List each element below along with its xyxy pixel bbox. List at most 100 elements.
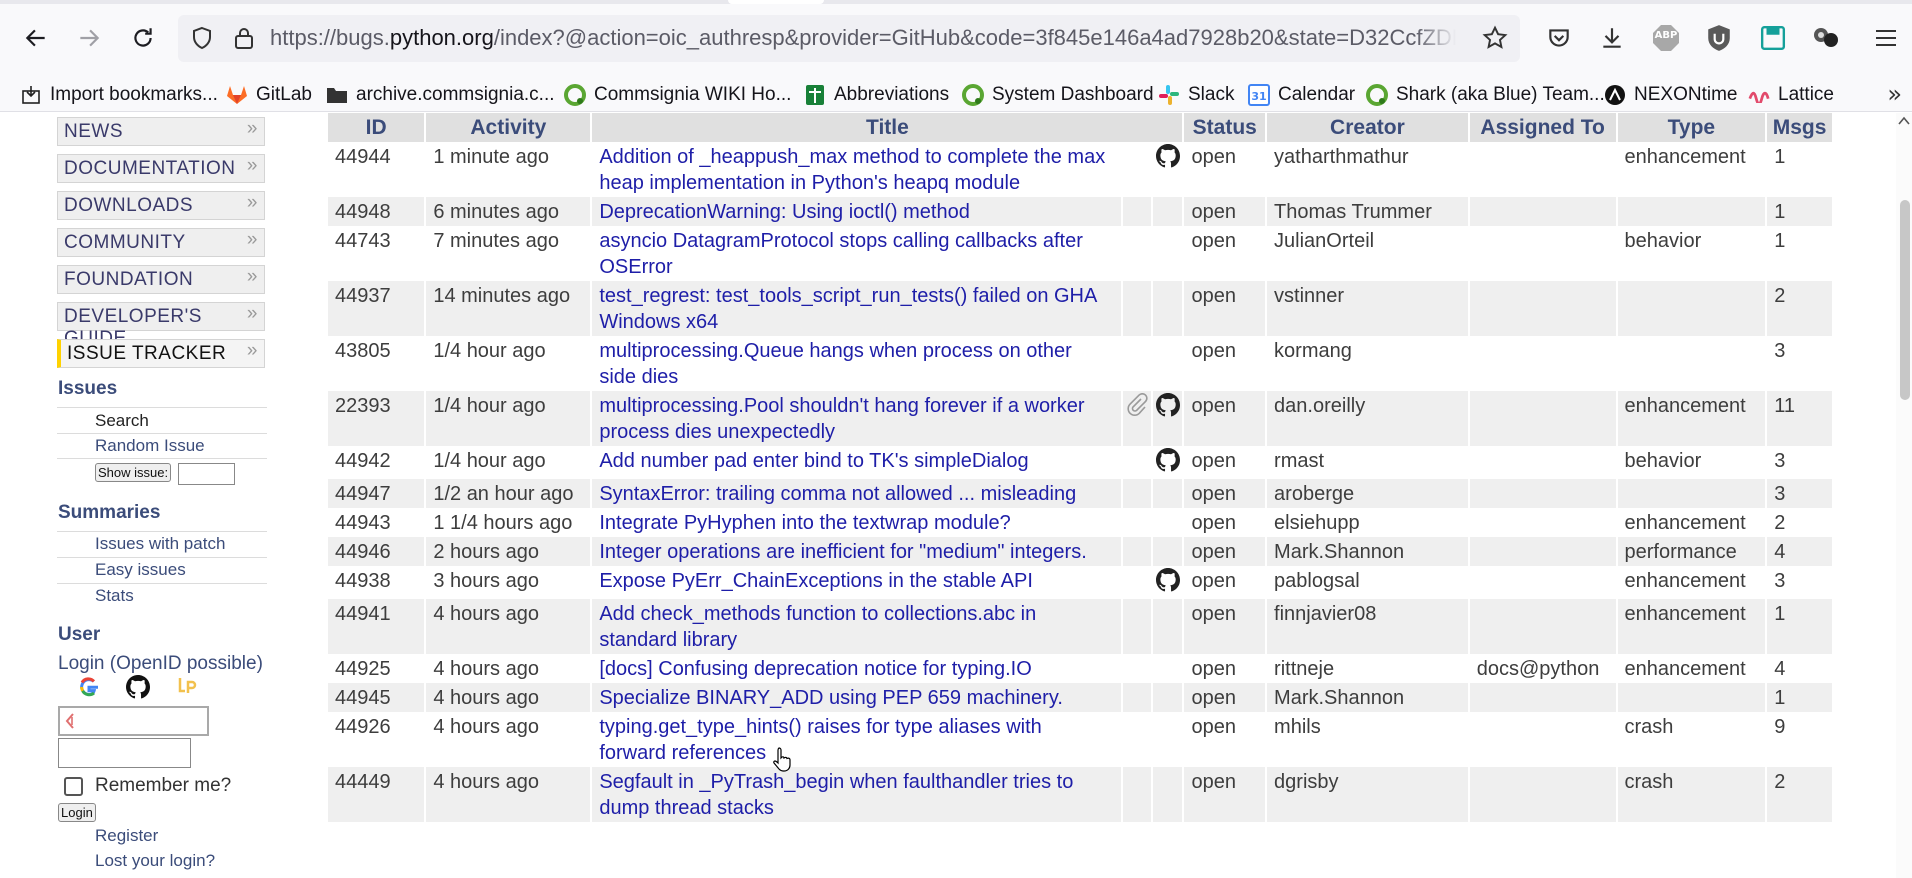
column-header-assigned-to[interactable]: Assigned To — [1469, 113, 1616, 142]
scroll-up-icon[interactable] — [1898, 116, 1910, 128]
paperclip-icon — [1126, 392, 1148, 422]
table-row[interactable]: 44948 6 minutes ago DeprecationWarning: Us… — [328, 197, 1832, 226]
nav-developers-guide[interactable]: DEVELOPER'S GUIDE» — [57, 302, 265, 349]
bookmark-system-dashboard[interactable]: System Dashboard — [962, 78, 1154, 112]
column-header-activity[interactable]: Activity — [426, 113, 591, 142]
column-header-msgs[interactable]: Msgs — [1767, 113, 1832, 142]
bookmark-gitlab[interactable]: GitLab — [226, 78, 312, 112]
issue-title-link[interactable]: Expose PyErr_ChainExceptions in the stab… — [592, 566, 1121, 599]
adblock-plus-icon[interactable]: ABP — [1650, 22, 1682, 54]
register-link[interactable]: Register — [95, 826, 158, 846]
column-header-creator[interactable]: Creator — [1267, 113, 1468, 142]
stats-link[interactable]: Stats — [95, 586, 134, 606]
issue-title-link[interactable]: Integer operations are inefficient for "… — [592, 537, 1121, 566]
issue-title-link[interactable]: DeprecationWarning: Using ioctl() method — [592, 197, 1121, 226]
bookmark-lattice[interactable]: Lattice — [1748, 78, 1834, 112]
issues-with-patch-link[interactable]: Issues with patch — [95, 534, 225, 554]
nav-issue-tracker[interactable]: ISSUE TRACKER » — [57, 339, 265, 368]
back-icon[interactable] — [18, 20, 54, 56]
scrollbar-thumb[interactable] — [1900, 200, 1910, 400]
nav-community[interactable]: COMMUNITY » — [57, 228, 265, 257]
remember-me-checkbox[interactable] — [64, 777, 83, 796]
github-cell — [1152, 537, 1183, 566]
login-button[interactable]: Login — [58, 803, 96, 822]
google-login-icon[interactable] — [78, 676, 102, 700]
extensions-icon[interactable] — [1810, 22, 1842, 54]
active-tab-edge[interactable] — [728, 0, 824, 4]
table-row[interactable]: 22393 1/4 hour ago multiprocessing.Pool sh… — [328, 391, 1832, 446]
easy-issues-link[interactable]: Easy issues — [95, 560, 186, 580]
table-row[interactable]: 44941 4 hours ago Add check_methods functi… — [328, 599, 1832, 654]
url-bar[interactable]: https://bugs.python.org/index?@action=oi… — [178, 15, 1520, 62]
bookmark-archive[interactable]: archive.commsignia.c... — [326, 78, 555, 112]
nav-news[interactable]: NEWS » — [57, 117, 265, 146]
bookmark-calendar[interactable]: 31 Calendar — [1248, 78, 1355, 112]
username-input[interactable] — [58, 706, 209, 736]
column-header-type[interactable]: Type — [1617, 113, 1766, 142]
issue-msgs: 3 — [1767, 566, 1832, 599]
issue-title-link[interactable]: Specialize BINARY_ADD using PEP 659 mach… — [592, 683, 1121, 712]
table-row[interactable]: 44947 1/2 an hour ago SyntaxError: trailin… — [328, 479, 1832, 508]
bookmark-star-icon[interactable] — [1480, 23, 1510, 53]
issue-title-link[interactable]: asyncio DatagramProtocol stops calling c… — [592, 226, 1121, 281]
table-row[interactable]: 44943 1 1/4 hours ago Integrate PyHyphen i… — [328, 508, 1832, 537]
issue-type — [1617, 197, 1766, 226]
issue-title-link[interactable]: Add check_methods function to collection… — [592, 599, 1121, 654]
github-cell — [1152, 336, 1183, 391]
table-row[interactable]: 44944 1 minute ago Addition of _heappush_m… — [328, 142, 1832, 197]
column-header-title[interactable]: Title — [592, 113, 1183, 142]
password-input[interactable] — [58, 738, 191, 768]
show-issue-button[interactable]: Show issue: — [95, 463, 172, 482]
ublock-icon[interactable] — [1703, 22, 1735, 54]
lock-icon[interactable] — [229, 23, 259, 53]
bookmark-shark-team[interactable]: Shark (aka Blue) Team... — [1366, 78, 1605, 112]
table-row[interactable]: 44743 7 minutes ago asyncio DatagramProtoc… — [328, 226, 1832, 281]
random-issue-link[interactable]: Random Issue — [95, 436, 205, 456]
save-extension-icon[interactable] — [1757, 22, 1789, 54]
column-header-id[interactable]: ID — [328, 113, 425, 142]
issue-title-link[interactable]: test_regrest: test_tools_script_run_test… — [592, 281, 1121, 336]
nav-documentation[interactable]: DOCUMENTATION » — [57, 154, 265, 183]
nav-foundation[interactable]: FOUNDATION » — [57, 265, 265, 294]
bookmark-nexontime[interactable]: NEXONtime — [1604, 78, 1737, 112]
issue-title-link[interactable]: SyntaxError: trailing comma not allowed … — [592, 479, 1121, 508]
bookmark-import[interactable]: Import bookmarks... — [20, 78, 218, 112]
issue-title-link[interactable]: [docs] Confusing deprecation notice for … — [592, 654, 1121, 683]
lost-login-link[interactable]: Lost your login? — [95, 851, 215, 871]
issue-activity: 1/2 an hour ago — [426, 479, 591, 508]
table-row[interactable]: 44449 4 hours ago Segfault in _PyTrash_beg… — [328, 767, 1832, 822]
issue-title-link[interactable]: Segfault in _PyTrash_begin when faulthan… — [592, 767, 1121, 822]
launchpad-login-icon[interactable] — [176, 675, 200, 699]
search-link[interactable]: Search — [95, 411, 149, 431]
bookmark-commsignia-wiki[interactable]: Commsignia WIKI Ho... — [564, 78, 791, 112]
downloads-icon[interactable] — [1596, 22, 1628, 54]
issue-title-link[interactable]: Addition of _heappush_max method to comp… — [592, 142, 1121, 197]
menu-icon[interactable] — [1870, 22, 1902, 54]
nav-downloads[interactable]: DOWNLOADS » — [57, 191, 265, 220]
github-login-icon[interactable] — [126, 675, 152, 701]
reload-icon[interactable] — [125, 20, 161, 56]
issue-number-input[interactable] — [178, 463, 235, 485]
bookmark-abbreviations[interactable]: Abbreviations — [804, 78, 949, 112]
table-row[interactable]: 44938 3 hours ago Expose PyErr_ChainExcept… — [328, 566, 1832, 599]
bookmarks-overflow-button[interactable]: » — [1887, 80, 1902, 108]
column-header-status[interactable]: Status — [1184, 113, 1266, 142]
table-row[interactable]: 44925 4 hours ago [docs] Confusing depreca… — [328, 654, 1832, 683]
table-row[interactable]: 44942 1/4 hour ago Add number pad enter bi… — [328, 446, 1832, 479]
issue-title-link[interactable]: Add number pad enter bind to TK's simple… — [592, 446, 1121, 479]
issue-title-link[interactable]: multiprocessing.Queue hangs when process… — [592, 336, 1121, 391]
bookmark-slack[interactable]: Slack — [1158, 78, 1234, 112]
issue-title-link[interactable]: typing.get_type_hints() raises for type … — [592, 712, 1121, 767]
issue-title-link[interactable]: multiprocessing.Pool shouldn't hang fore… — [592, 391, 1121, 446]
pocket-icon[interactable] — [1543, 22, 1575, 54]
issue-title-link[interactable]: Integrate PyHyphen into the textwrap mod… — [592, 508, 1121, 537]
table-row[interactable]: 44946 2 hours ago Integer operations are i… — [328, 537, 1832, 566]
table-row[interactable]: 44937 14 minutes ago test_regrest: test_to… — [328, 281, 1832, 336]
tracking-shield-icon[interactable] — [187, 23, 217, 53]
table-row[interactable]: 44945 4 hours ago Specialize BINARY_ADD us… — [328, 683, 1832, 712]
issue-id: 44944 — [328, 142, 425, 197]
table-row[interactable]: 44926 4 hours ago typing.get_type_hints() … — [328, 712, 1832, 767]
url-text[interactable]: https://bugs.python.org/index?@action=oi… — [270, 25, 1456, 53]
forward-icon[interactable] — [71, 20, 107, 56]
table-row[interactable]: 43805 1/4 hour ago multiprocessing.Queue h… — [328, 336, 1832, 391]
